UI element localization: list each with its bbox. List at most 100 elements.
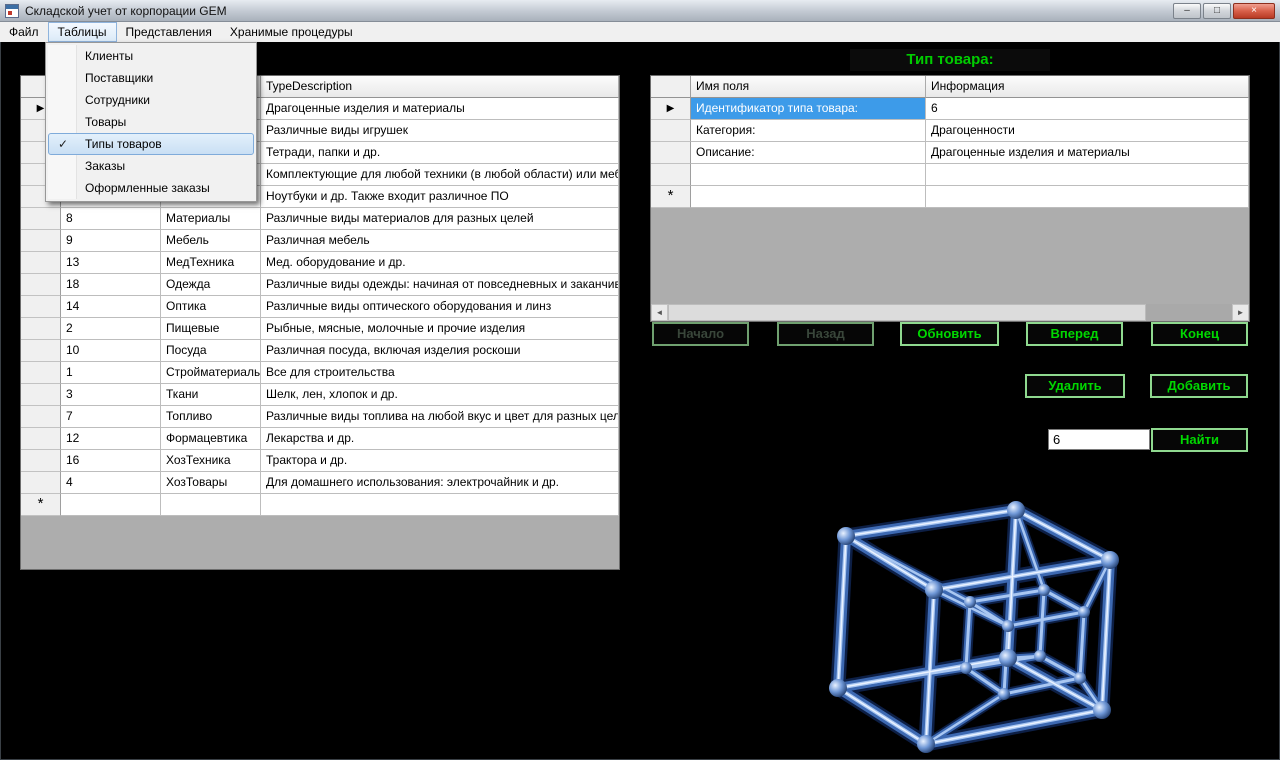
cell-id[interactable]: 16	[61, 450, 161, 472]
row-header-cell[interactable]	[651, 164, 691, 186]
cell-category[interactable]: Ткани	[161, 384, 261, 406]
cell-description[interactable]	[261, 494, 619, 516]
previous-record-button[interactable]: Назад	[777, 322, 874, 346]
cell-id[interactable]: 4	[61, 472, 161, 494]
cell-description[interactable]: Различные виды игрушек	[261, 120, 619, 142]
scrollbar-thumb[interactable]	[668, 304, 1146, 321]
cell-category[interactable]: Посуда	[161, 340, 261, 362]
cell-description[interactable]: Различные виды одежды: начиная от повсед…	[261, 274, 619, 296]
field-value-cell[interactable]: 6	[926, 98, 1249, 120]
cell-id[interactable]: 12	[61, 428, 161, 450]
menu-item-file[interactable]: Файл	[0, 22, 48, 42]
row-header-cell[interactable]: *	[651, 186, 691, 208]
menu-item-tables[interactable]: Таблицы	[48, 22, 117, 42]
table-row[interactable]: 2 Пищевые Рыбные, мясные, молочные и про…	[21, 318, 619, 340]
minimize-button[interactable]: –	[1173, 3, 1201, 19]
cell-id[interactable]: 14	[61, 296, 161, 318]
horizontal-scrollbar[interactable]: ◄ ►	[651, 304, 1249, 321]
detail-row[interactable]: Категория: Драгоценности	[651, 120, 1249, 142]
cell-category[interactable]: Материалы	[161, 208, 261, 230]
cell-description[interactable]: Комплектующие для любой техники (в любой…	[261, 164, 619, 186]
column-header-description[interactable]: TypeDescription	[261, 76, 619, 98]
cell-id[interactable]: 3	[61, 384, 161, 406]
field-value-cell[interactable]	[926, 164, 1249, 186]
row-header-cell[interactable]	[21, 274, 61, 296]
cell-description[interactable]: Различная посуда, включая изделия роскош…	[261, 340, 619, 362]
field-name-cell[interactable]	[691, 186, 926, 208]
corner-header-cell[interactable]	[651, 76, 691, 98]
table-row[interactable]: 1 Стройматериалы Все для строительства	[21, 362, 619, 384]
table-row[interactable]: 10 Посуда Различная посуда, включая изде…	[21, 340, 619, 362]
close-button[interactable]: ×	[1233, 3, 1275, 19]
row-header-cell[interactable]	[21, 318, 61, 340]
table-row[interactable]: 13 МедТехника Мед. оборудование и др.	[21, 252, 619, 274]
field-value-cell[interactable]	[926, 186, 1249, 208]
table-row[interactable]: 4 ХозТовары Для домашнего использования:…	[21, 472, 619, 494]
table-row[interactable]: 8 Материалы Различные виды материалов дл…	[21, 208, 619, 230]
menu-option-product-types[interactable]: ✓ Типы товаров	[48, 133, 254, 155]
refresh-button[interactable]: Обновить	[900, 322, 999, 346]
cell-category[interactable]: Стройматериалы	[161, 362, 261, 384]
field-name-cell[interactable]: Идентификатор типа товара:	[691, 98, 926, 120]
table-row[interactable]: 12 Формацевтика Лекарства и др.	[21, 428, 619, 450]
row-header-cell[interactable]	[21, 208, 61, 230]
last-record-button[interactable]: Конец	[1151, 322, 1248, 346]
table-row[interactable]: *	[21, 494, 619, 516]
menu-option-clients[interactable]: Клиенты	[48, 45, 254, 67]
table-row[interactable]: 18 Одежда Различные виды одежды: начиная…	[21, 274, 619, 296]
menu-option-suppliers[interactable]: Поставщики	[48, 67, 254, 89]
cell-category[interactable]: ХозТехника	[161, 450, 261, 472]
row-header-cell[interactable]: ▶	[651, 98, 691, 120]
maximize-button[interactable]: □	[1203, 3, 1231, 19]
cell-category[interactable]: Формацевтика	[161, 428, 261, 450]
field-name-cell[interactable]: Категория:	[691, 120, 926, 142]
menu-option-placed-orders[interactable]: Оформленные заказы	[48, 177, 254, 199]
cell-description[interactable]: Шелк, лен, хлопок и др.	[261, 384, 619, 406]
detail-row[interactable]: *	[651, 186, 1249, 208]
scroll-left-arrow-icon[interactable]: ◄	[651, 304, 668, 321]
cell-id[interactable]: 8	[61, 208, 161, 230]
table-row[interactable]: 7 Топливо Различные виды топлива на любо…	[21, 406, 619, 428]
cell-id[interactable]: 1	[61, 362, 161, 384]
delete-button[interactable]: Удалить	[1025, 374, 1125, 398]
cell-description[interactable]: Для домашнего использования: электрочайн…	[261, 472, 619, 494]
row-header-cell[interactable]	[21, 252, 61, 274]
add-button[interactable]: Добавить	[1150, 374, 1248, 398]
cell-description[interactable]: Все для строительства	[261, 362, 619, 384]
scroll-right-arrow-icon[interactable]: ►	[1232, 304, 1249, 321]
row-header-cell[interactable]	[21, 450, 61, 472]
cell-id[interactable]: 9	[61, 230, 161, 252]
cell-category[interactable]: МедТехника	[161, 252, 261, 274]
cell-category[interactable]: Топливо	[161, 406, 261, 428]
row-header-cell[interactable]	[21, 340, 61, 362]
table-row[interactable]: 3 Ткани Шелк, лен, хлопок и др.	[21, 384, 619, 406]
cell-description[interactable]: Различные виды оптического оборудования …	[261, 296, 619, 318]
row-header-cell[interactable]	[21, 384, 61, 406]
cell-category[interactable]: ХозТовары	[161, 472, 261, 494]
table-row[interactable]: 9 Мебель Различная мебель	[21, 230, 619, 252]
row-header-cell[interactable]	[651, 120, 691, 142]
menu-option-orders[interactable]: Заказы	[48, 155, 254, 177]
cell-description[interactable]: Лекарства и др.	[261, 428, 619, 450]
row-header-cell[interactable]	[651, 142, 691, 164]
next-record-button[interactable]: Вперед	[1026, 322, 1123, 346]
cell-description[interactable]: Различная мебель	[261, 230, 619, 252]
titlebar[interactable]: Складской учет от корпорации GEM – □ ×	[0, 0, 1280, 22]
first-record-button[interactable]: Начало	[652, 322, 749, 346]
cell-description[interactable]: Ноутбуки и др. Также входит различное ПО	[261, 186, 619, 208]
cell-category[interactable]: Оптика	[161, 296, 261, 318]
table-row[interactable]: 14 Оптика Различные виды оптического обо…	[21, 296, 619, 318]
table-row[interactable]: 16 ХозТехника Трактора и др.	[21, 450, 619, 472]
row-header-cell[interactable]	[21, 362, 61, 384]
cell-description[interactable]: Рыбные, мясные, молочные и прочие издели…	[261, 318, 619, 340]
cell-id[interactable]	[61, 494, 161, 516]
detail-row[interactable]	[651, 164, 1249, 186]
find-button[interactable]: Найти	[1151, 428, 1248, 452]
row-header-cell[interactable]	[21, 406, 61, 428]
field-name-cell[interactable]: Описание:	[691, 142, 926, 164]
field-value-cell[interactable]: Драгоценные изделия и материалы	[926, 142, 1249, 164]
row-header-cell[interactable]	[21, 230, 61, 252]
cell-category[interactable]: Одежда	[161, 274, 261, 296]
cell-description[interactable]: Различные виды материалов для разных цел…	[261, 208, 619, 230]
cell-category[interactable]: Мебель	[161, 230, 261, 252]
